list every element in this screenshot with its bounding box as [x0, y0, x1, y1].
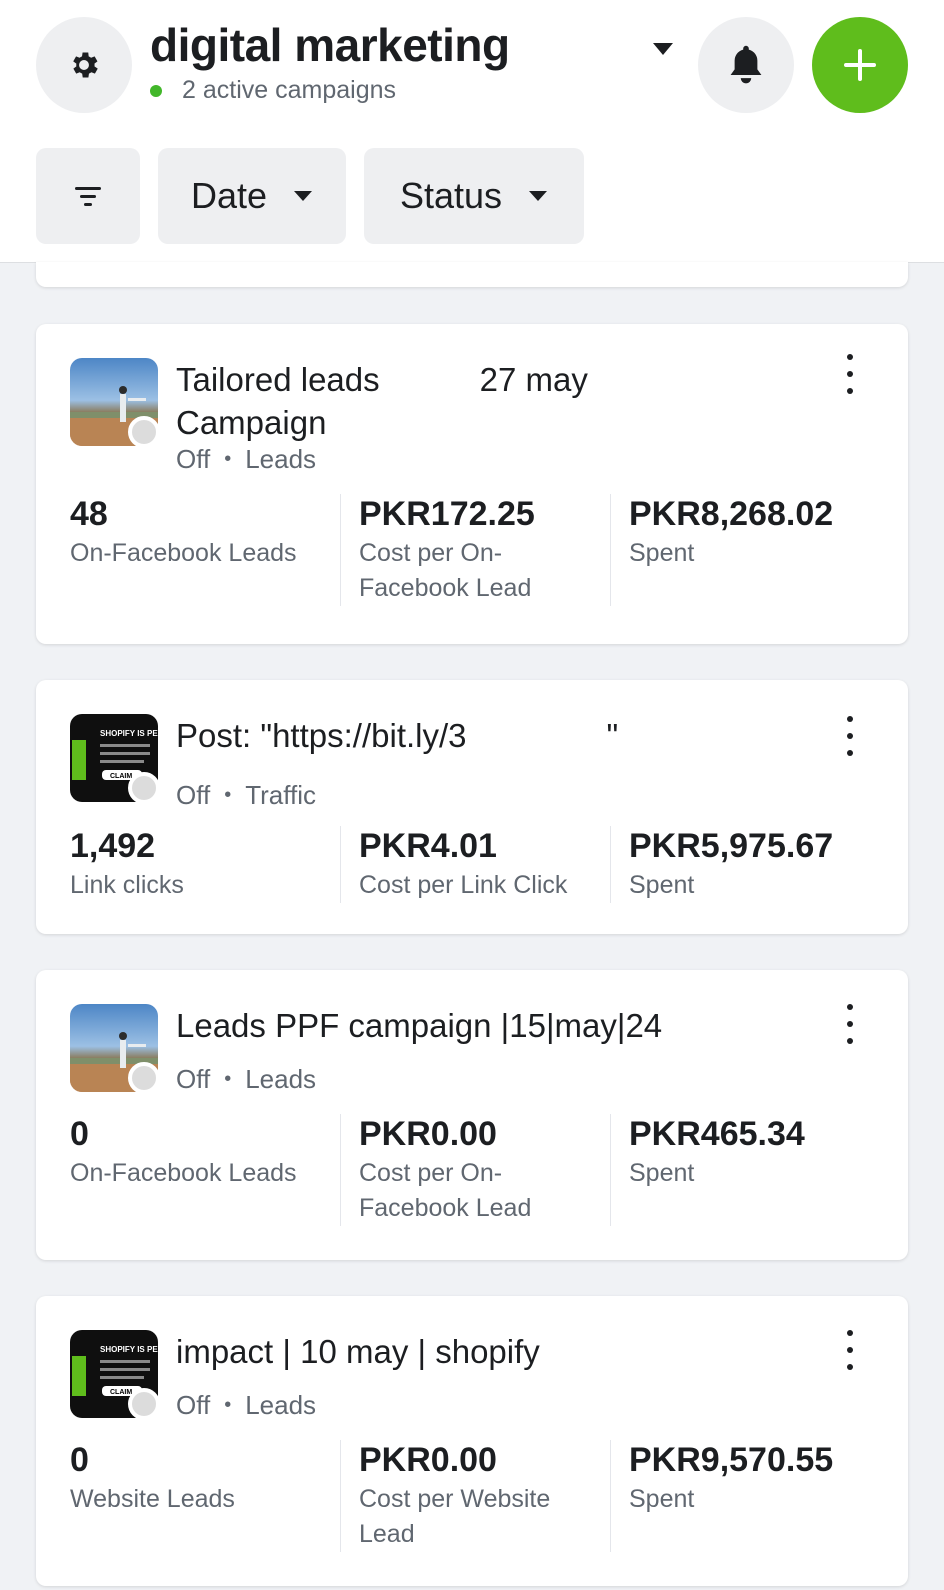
svg-text:CLAIM: CLAIM — [110, 773, 132, 780]
active-campaigns-status: 2 active campaigns — [150, 76, 396, 105]
metric-cost: PKR0.00 Cost per Website Lead — [340, 1440, 610, 1552]
campaign-card[interactable]: SHOPIFY IS PER CLAIM impact | 10 may | s… — [36, 1296, 908, 1586]
more-options-button[interactable] — [840, 1330, 860, 1370]
separator: • — [224, 1068, 232, 1090]
metric-spent: PKR9,570.55 Spent — [610, 1440, 880, 1552]
date-filter-dropdown[interactable]: Date — [158, 148, 346, 244]
metric-results: 0 On-Facebook Leads — [70, 1114, 340, 1226]
metric-value: PKR172.25 — [359, 495, 535, 533]
metric-label: Cost per Link Click — [359, 871, 568, 899]
caret-down-icon — [529, 191, 548, 201]
campaign-metrics: 1,492 Link clicks PKR4.01 Cost per Link … — [70, 826, 880, 903]
campaign-status: Off — [176, 1064, 211, 1094]
metric-value: PKR465.34 — [629, 1115, 805, 1153]
campaign-status-line: Off • Traffic — [176, 780, 316, 811]
caret-down-icon — [294, 191, 313, 201]
status-off-dot — [128, 416, 160, 448]
campaign-metrics: 0 Website Leads PKR0.00 Cost per Website… — [70, 1440, 880, 1552]
svg-text:SHOPIFY IS PER: SHOPIFY IS PER — [100, 1345, 158, 1354]
settings-button[interactable] — [36, 17, 132, 113]
svg-text:CLAIM: CLAIM — [110, 1389, 132, 1396]
bell-icon — [730, 45, 762, 84]
metric-label: Link clicks — [70, 871, 184, 899]
more-options-button[interactable] — [840, 1004, 860, 1044]
campaign-metrics: 0 On-Facebook Leads PKR0.00 Cost per On-… — [70, 1114, 880, 1226]
campaign-objective: Leads — [245, 444, 317, 474]
status-filter-label: Status — [399, 175, 503, 216]
campaign-title[interactable]: Post: "https://bit.ly/3 " — [176, 714, 816, 757]
separator: • — [224, 1394, 232, 1416]
metric-value: 1,492 — [70, 827, 156, 865]
campaign-card[interactable]: Tailored leads 27 may Campaign Off • Lead… — [36, 324, 908, 644]
svg-text:SHOPIFY IS PER: SHOPIFY IS PER — [100, 729, 158, 738]
metric-value: 0 — [70, 1115, 89, 1153]
campaign-objective: Leads — [245, 1064, 317, 1094]
metric-value: PKR9,570.55 — [629, 1441, 834, 1479]
metric-label: Cost per On-Facebook Lead — [359, 539, 532, 602]
campaign-objective: Traffic — [245, 780, 317, 810]
date-filter-label: Date — [190, 175, 268, 216]
metric-results: 0 Website Leads — [70, 1440, 340, 1552]
campaign-card[interactable]: SHOPIFY IS PER CLAIM Post: "https://bit.… — [36, 680, 908, 934]
metric-results: 48 On-Facebook Leads — [70, 494, 340, 606]
status-filter-dropdown[interactable]: Status — [364, 148, 584, 244]
metric-value: PKR0.00 — [359, 1115, 497, 1153]
metric-label: Spent — [629, 539, 695, 567]
metric-value: PKR8,268.02 — [629, 495, 834, 533]
active-campaigns-text: 2 active campaigns — [182, 76, 397, 104]
campaign-card-partial[interactable] — [36, 262, 908, 287]
metric-label: On-Facebook Leads — [70, 1159, 297, 1187]
metric-value: PKR5,975.67 — [629, 827, 834, 865]
metric-label: Cost per On-Facebook Lead — [359, 1159, 532, 1222]
status-off-dot — [128, 772, 160, 804]
status-off-dot — [128, 1388, 160, 1420]
more-options-button[interactable] — [840, 354, 860, 394]
create-campaign-button[interactable] — [812, 17, 908, 113]
campaign-status: Off — [176, 1390, 211, 1420]
plus-icon — [844, 49, 876, 81]
campaign-status: Off — [176, 780, 211, 810]
status-off-dot — [128, 1062, 160, 1094]
metric-cost: PKR4.01 Cost per Link Click — [340, 826, 610, 903]
metric-label: Cost per Website Lead — [359, 1485, 551, 1548]
top-header: digital marketing 2 active campaigns Dat… — [0, 0, 944, 263]
metric-cost: PKR0.00 Cost per On-Facebook Lead — [340, 1114, 610, 1226]
metric-spent: PKR8,268.02 Spent — [610, 494, 880, 606]
campaign-status-line: Off • Leads — [176, 1390, 316, 1421]
filter-icon — [75, 187, 101, 206]
caret-down-icon[interactable] — [652, 42, 674, 56]
metric-label: Spent — [629, 1159, 695, 1187]
more-options-button[interactable] — [840, 716, 860, 756]
gear-icon — [73, 52, 98, 78]
metric-value: 0 — [70, 1441, 89, 1479]
notifications-button[interactable] — [698, 17, 794, 113]
metric-label: Website Leads — [70, 1485, 235, 1513]
metric-label: Spent — [629, 1485, 695, 1513]
campaign-metrics: 48 On-Facebook Leads PKR172.25 Cost per … — [70, 494, 880, 606]
campaign-status: Off — [176, 444, 211, 474]
metric-value: PKR0.00 — [359, 1441, 497, 1479]
campaign-title[interactable]: Tailored leads 27 may Campaign — [176, 358, 816, 444]
metric-spent: PKR5,975.67 Spent — [610, 826, 880, 903]
filter-button[interactable] — [36, 148, 140, 244]
campaign-title[interactable]: Leads PPF campaign |15|may|24 — [176, 1004, 816, 1047]
metric-label: On-Facebook Leads — [70, 539, 297, 567]
campaign-status-line: Off • Leads — [176, 1064, 316, 1095]
metric-value: 48 — [70, 495, 108, 533]
campaign-card[interactable]: Leads PPF campaign |15|may|24 Off • Lead… — [36, 970, 908, 1260]
separator: • — [224, 448, 232, 470]
campaign-title[interactable]: impact | 10 may | shopify — [176, 1330, 816, 1373]
metric-label: Spent — [629, 871, 695, 899]
active-dot-icon — [150, 84, 162, 97]
metric-results: 1,492 Link clicks — [70, 826, 340, 903]
campaign-objective: Leads — [245, 1390, 317, 1420]
metric-cost: PKR172.25 Cost per On-Facebook Lead — [340, 494, 610, 606]
page-title[interactable]: digital marketing — [150, 18, 510, 72]
metric-value: PKR4.01 — [359, 827, 497, 865]
campaign-status-line: Off • Leads — [176, 444, 316, 475]
separator: • — [224, 784, 232, 806]
metric-spent: PKR465.34 Spent — [610, 1114, 880, 1226]
